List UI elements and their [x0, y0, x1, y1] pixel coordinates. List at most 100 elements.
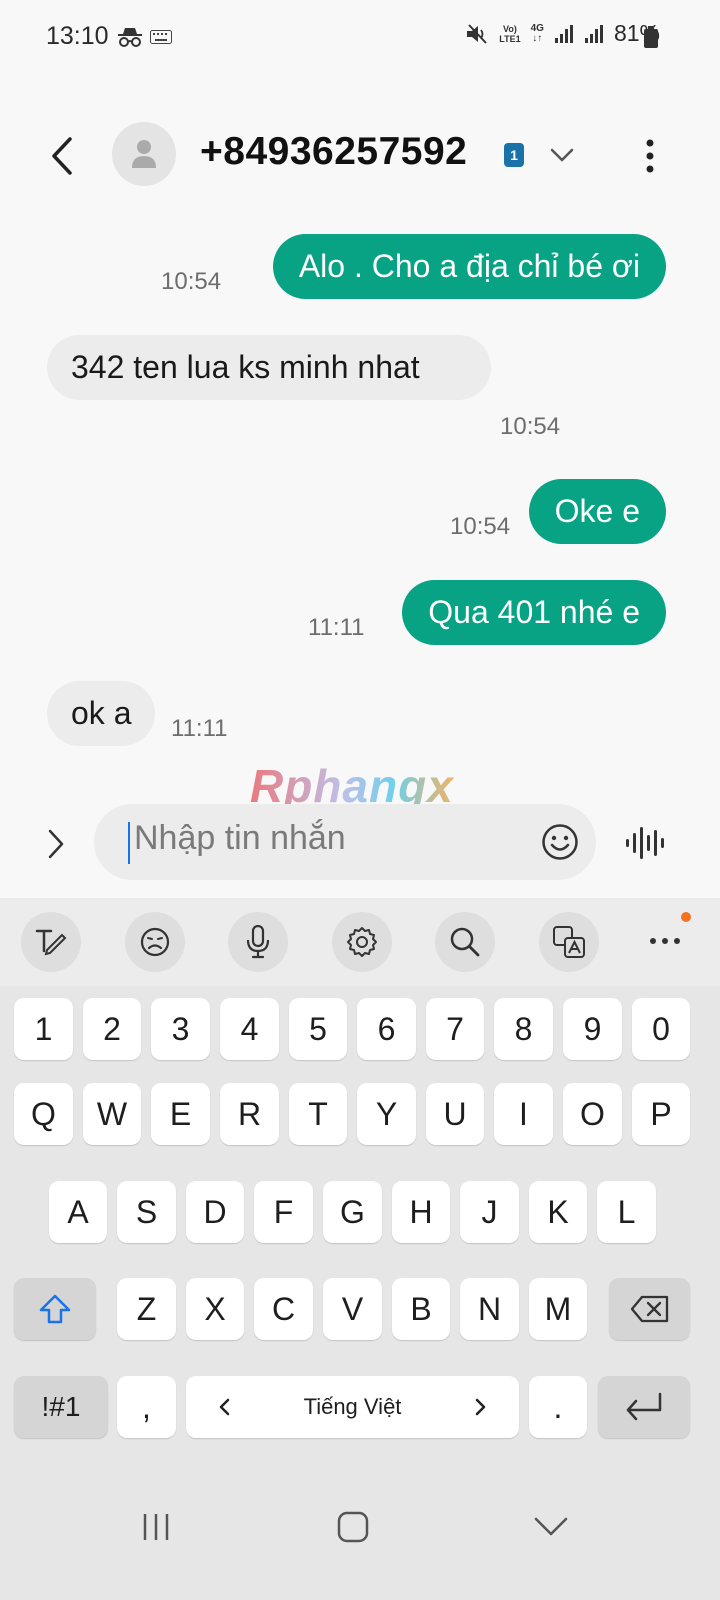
keyboard-settings-button[interactable]	[332, 912, 392, 972]
search-icon	[449, 926, 481, 958]
key-n[interactable]: N	[460, 1278, 519, 1340]
key-7[interactable]: 7	[426, 998, 484, 1060]
status-bar: 13:10 Vo) LTE1 4G ↓↑ 81%	[0, 0, 720, 76]
key-h[interactable]: H	[392, 1181, 450, 1243]
key-t[interactable]: T	[289, 1083, 347, 1145]
voice-input-button[interactable]	[228, 912, 288, 972]
message-input-field[interactable]: Nhập tin nhắn	[94, 804, 596, 880]
enter-key[interactable]	[598, 1376, 690, 1438]
voice-record-button[interactable]	[622, 820, 670, 866]
emoji-toolbar-button[interactable]	[125, 912, 185, 972]
recents-button[interactable]	[126, 1502, 186, 1552]
key-5[interactable]: 5	[289, 998, 347, 1060]
keyboard-toolbar	[0, 898, 720, 986]
message-time: 10:54	[500, 413, 561, 440]
key-q[interactable]: Q	[14, 1083, 73, 1145]
home-button[interactable]	[323, 1502, 383, 1552]
symbols-key[interactable]: !#1	[14, 1376, 108, 1438]
key-p[interactable]: P	[632, 1083, 690, 1145]
emoji-icon	[139, 926, 171, 958]
back-button[interactable]	[40, 130, 84, 182]
key-1[interactable]: 1	[14, 998, 73, 1060]
key-k[interactable]: K	[529, 1181, 587, 1243]
translate-icon	[552, 925, 586, 959]
more-toolbar-button[interactable]	[645, 926, 685, 956]
key-w[interactable]: W	[83, 1083, 141, 1145]
key-2[interactable]: 2	[83, 998, 141, 1060]
shift-icon	[38, 1293, 72, 1325]
status-time: 13:10	[46, 22, 109, 50]
mic-icon	[245, 925, 271, 959]
key-0[interactable]: 0	[632, 998, 690, 1060]
key-o[interactable]: O	[563, 1083, 622, 1145]
incoming-message[interactable]: 342 ten lua ks minh nhat	[47, 335, 491, 400]
comma-key[interactable]: ,	[117, 1376, 176, 1438]
enter-icon	[624, 1392, 664, 1422]
space-key[interactable]: Tiếng Việt	[186, 1376, 519, 1438]
key-9[interactable]: 9	[563, 998, 622, 1060]
back-icon	[50, 136, 74, 176]
avatar[interactable]	[112, 122, 176, 186]
key-s[interactable]: S	[117, 1181, 176, 1243]
incoming-message[interactable]: ok a	[47, 681, 156, 746]
key-4[interactable]: 4	[220, 998, 279, 1060]
key-x[interactable]: X	[186, 1278, 244, 1340]
settings-icon	[345, 925, 379, 959]
conversation-header: +84936257592 1	[0, 110, 720, 200]
keyboard-icon	[150, 30, 172, 44]
key-i[interactable]: I	[494, 1083, 553, 1145]
outgoing-message[interactable]: Oke e	[528, 479, 666, 544]
key-u[interactable]: U	[426, 1083, 484, 1145]
key-m[interactable]: M	[529, 1278, 587, 1340]
signal-icon	[554, 24, 574, 44]
key-a[interactable]: A	[49, 1181, 107, 1243]
outgoing-message[interactable]: Qua 401 nhé e	[402, 580, 666, 645]
search-button[interactable]	[435, 912, 495, 972]
battery-icon	[644, 26, 658, 48]
recents-icon	[141, 1512, 171, 1542]
key-z[interactable]: Z	[117, 1278, 176, 1340]
outgoing-message[interactable]: Alo . Cho a địa chỉ bé ơi	[272, 234, 666, 299]
voice-icon	[625, 825, 667, 861]
key-c[interactable]: C	[254, 1278, 313, 1340]
key-b[interactable]: B	[392, 1278, 450, 1340]
shift-key[interactable]	[14, 1278, 96, 1340]
period-key[interactable]: .	[529, 1376, 587, 1438]
key-f[interactable]: F	[254, 1181, 313, 1243]
contact-name[interactable]: +84936257592	[200, 130, 467, 174]
translate-button[interactable]	[539, 912, 599, 972]
key-3[interactable]: 3	[151, 998, 210, 1060]
handwriting-button[interactable]	[21, 912, 81, 972]
message-time: 11:11	[171, 715, 228, 742]
text-cursor	[128, 822, 130, 864]
incognito-icon	[117, 26, 143, 48]
message-input[interactable]: Nhập tin nhắn	[134, 819, 346, 858]
chevron-right-icon	[475, 1398, 487, 1416]
person-icon	[131, 138, 157, 170]
key-v[interactable]: V	[323, 1278, 382, 1340]
expand-attachments-button[interactable]	[36, 822, 76, 866]
backspace-icon	[630, 1295, 670, 1323]
key-e[interactable]: E	[151, 1083, 210, 1145]
expand-contact-button[interactable]	[545, 140, 579, 170]
key-g[interactable]: G	[323, 1181, 382, 1243]
emoji-icon	[541, 823, 579, 861]
network-indicator: 4G ↓↑	[530, 22, 544, 44]
navigation-bar	[0, 1464, 720, 1600]
keyboard: 1 2 3 4 5 6 7 8 9 0 Q W E R T Y U I O P …	[0, 986, 720, 1464]
key-d[interactable]: D	[186, 1181, 244, 1243]
key-6[interactable]: 6	[357, 998, 416, 1060]
key-j[interactable]: J	[460, 1181, 519, 1243]
key-y[interactable]: Y	[357, 1083, 416, 1145]
handwriting-icon	[34, 927, 68, 957]
signal-icon-2	[584, 24, 604, 44]
back-nav-button[interactable]	[521, 1502, 581, 1552]
key-r[interactable]: R	[220, 1083, 279, 1145]
emoji-button[interactable]	[540, 822, 580, 862]
key-8[interactable]: 8	[494, 998, 553, 1060]
key-l[interactable]: L	[597, 1181, 656, 1243]
volte-indicator: Vo) LTE1	[499, 23, 521, 44]
backspace-key[interactable]	[609, 1278, 690, 1340]
more-options-button[interactable]	[632, 130, 668, 182]
chevron-down-icon	[550, 148, 574, 162]
